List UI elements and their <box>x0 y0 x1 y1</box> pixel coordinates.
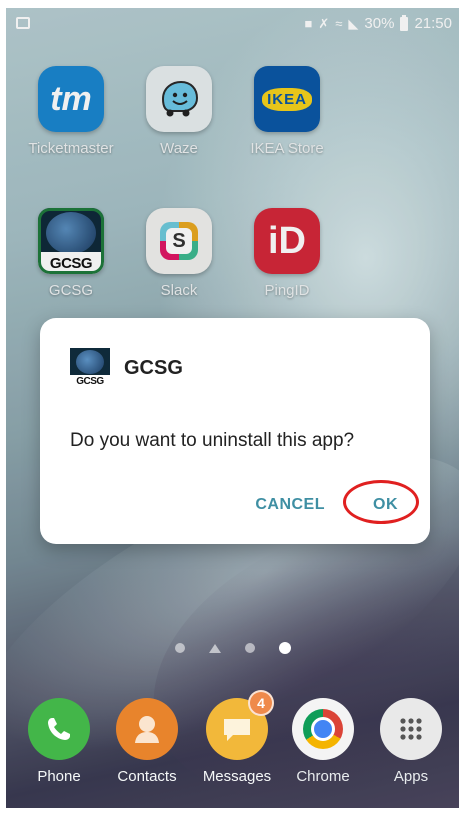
contacts-icon <box>116 698 178 760</box>
page-dot[interactable] <box>245 643 255 653</box>
dock-messages[interactable]: 4 Messages <box>192 690 282 785</box>
ok-button-wrap: OK <box>343 480 419 524</box>
dialog-message: Do you want to uninstall this app? <box>70 430 355 451</box>
home-page-icon[interactable] <box>209 643 221 653</box>
unread-badge: 4 <box>248 690 274 716</box>
dialog-actions: CANCEL OK <box>251 480 419 524</box>
page-dot[interactable] <box>175 643 185 653</box>
app-label: Phone <box>37 768 81 785</box>
phone-icon <box>28 698 90 760</box>
uninstall-dialog: GCSG GCSG Do you want to uninstall this … <box>40 318 430 544</box>
page-indicator[interactable] <box>6 638 459 658</box>
gcsg-icon: GCSG <box>70 348 110 388</box>
home-screen: ■ ✗ ≈ ◣ 30% 21:50 tm Ticketmaster Waze I… <box>6 8 459 808</box>
cancel-button[interactable]: CANCEL <box>251 488 329 522</box>
dock-apps[interactable]: Apps <box>366 698 456 785</box>
dock-contacts[interactable]: Contacts <box>102 698 192 785</box>
dock-phone[interactable]: Phone <box>14 698 104 785</box>
app-label: Messages <box>202 768 272 785</box>
chrome-icon <box>292 698 354 760</box>
globe-icon <box>76 350 104 374</box>
app-label: Contacts <box>117 768 177 785</box>
page-dot-active[interactable] <box>279 642 291 654</box>
app-label: Chrome <box>296 768 350 785</box>
dialog-header: GCSG GCSG <box>70 348 183 388</box>
dock-chrome[interactable]: Chrome <box>278 698 368 785</box>
highlight-circle <box>343 480 419 524</box>
apps-grid-icon <box>380 698 442 760</box>
app-label: Apps <box>393 768 429 785</box>
dialog-title: GCSG <box>124 356 183 379</box>
